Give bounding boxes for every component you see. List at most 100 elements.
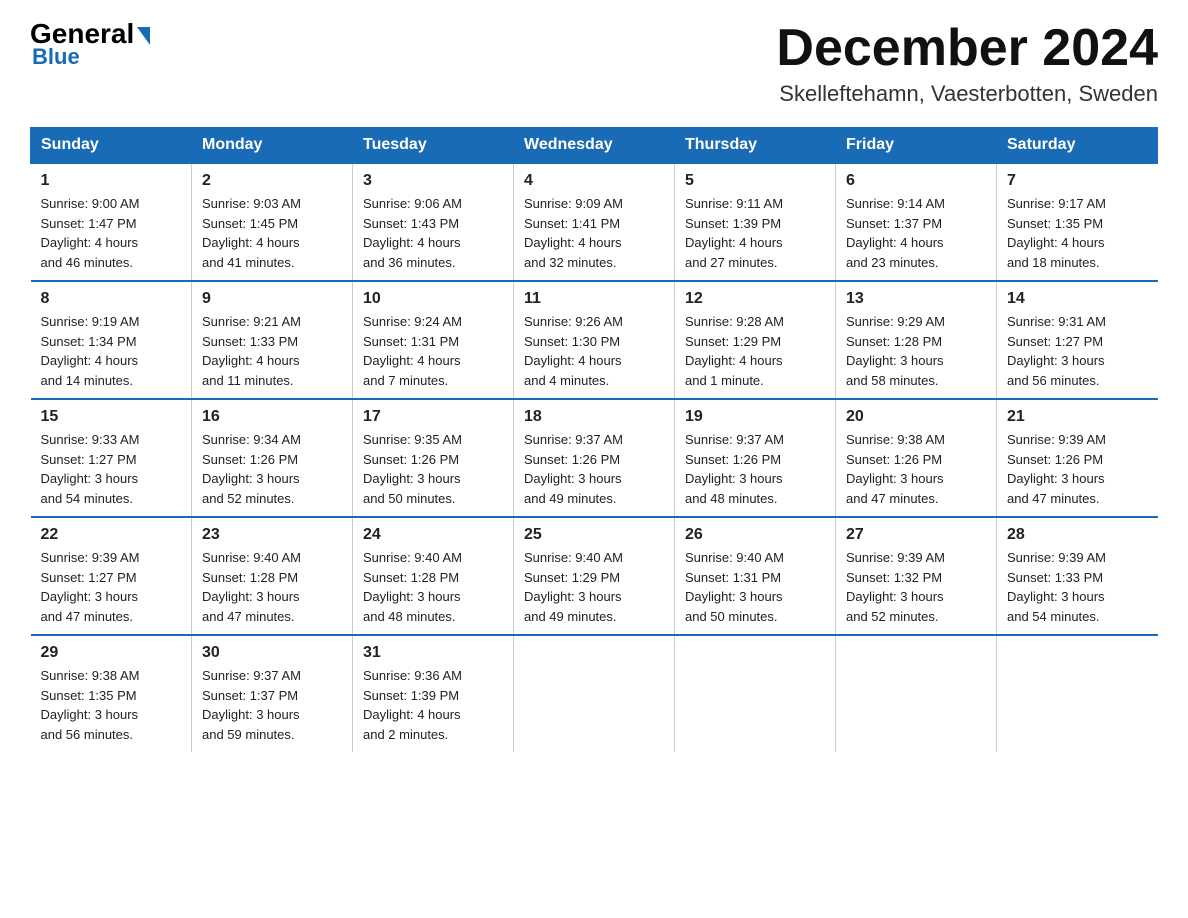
table-row: [997, 635, 1158, 752]
day-number: 31: [363, 644, 503, 662]
day-number: 8: [41, 290, 182, 308]
day-number: 7: [1007, 172, 1148, 190]
table-row: 25 Sunrise: 9:40 AM Sunset: 1:29 PM Dayli…: [514, 517, 675, 635]
day-info: Sunrise: 9:34 AM Sunset: 1:26 PM Dayligh…: [202, 430, 342, 508]
day-info: Sunrise: 9:39 AM Sunset: 1:27 PM Dayligh…: [41, 548, 182, 626]
day-number: 21: [1007, 408, 1148, 426]
day-info: Sunrise: 9:37 AM Sunset: 1:26 PM Dayligh…: [524, 430, 664, 508]
table-row: [514, 635, 675, 752]
table-row: 15Sunrise: 9:33 AM Sunset: 1:27 PM Dayli…: [31, 399, 192, 517]
day-info: Sunrise: 9:19 AM Sunset: 1:34 PM Dayligh…: [41, 312, 182, 390]
table-row: 21 Sunrise: 9:39 AM Sunset: 1:26 PM Dayli…: [997, 399, 1158, 517]
table-row: 4 Sunrise: 9:09 AM Sunset: 1:41 PM Daylig…: [514, 163, 675, 281]
col-thursday: Thursday: [675, 128, 836, 164]
title-block: December 2024 Skelleftehamn, Vaesterbott…: [776, 20, 1158, 107]
table-row: 18 Sunrise: 9:37 AM Sunset: 1:26 PM Dayli…: [514, 399, 675, 517]
day-info: Sunrise: 9:39 AM Sunset: 1:26 PM Dayligh…: [1007, 430, 1148, 508]
table-row: 31 Sunrise: 9:36 AM Sunset: 1:39 PM Dayli…: [353, 635, 514, 752]
day-number: 4: [524, 172, 664, 190]
day-number: 5: [685, 172, 825, 190]
day-number: 14: [1007, 290, 1148, 308]
day-info: Sunrise: 9:24 AM Sunset: 1:31 PM Dayligh…: [363, 312, 503, 390]
calendar-week-row: 22 Sunrise: 9:39 AM Sunset: 1:27 PM Dayli…: [31, 517, 1158, 635]
location-subtitle: Skelleftehamn, Vaesterbotten, Sweden: [776, 81, 1158, 107]
day-info: Sunrise: 9:00 AM Sunset: 1:47 PM Dayligh…: [41, 194, 182, 272]
table-row: 27 Sunrise: 9:39 AM Sunset: 1:32 PM Dayli…: [836, 517, 997, 635]
day-info: Sunrise: 9:37 AM Sunset: 1:37 PM Dayligh…: [202, 666, 342, 744]
col-sunday: Sunday: [31, 128, 192, 164]
day-info: Sunrise: 9:40 AM Sunset: 1:31 PM Dayligh…: [685, 548, 825, 626]
day-number: 28: [1007, 526, 1148, 544]
table-row: 13 Sunrise: 9:29 AM Sunset: 1:28 PM Dayli…: [836, 281, 997, 399]
day-number: 6: [846, 172, 986, 190]
table-row: 23Sunrise: 9:40 AM Sunset: 1:28 PM Dayli…: [192, 517, 353, 635]
col-saturday: Saturday: [997, 128, 1158, 164]
day-number: 25: [524, 526, 664, 544]
calendar-week-row: 1 Sunrise: 9:00 AM Sunset: 1:47 PM Daylig…: [31, 163, 1158, 281]
day-number: 3: [363, 172, 503, 190]
day-number: 29: [41, 644, 182, 662]
day-number: 20: [846, 408, 986, 426]
day-number: 22: [41, 526, 182, 544]
calendar-header-row: Sunday Monday Tuesday Wednesday Thursday…: [31, 128, 1158, 164]
day-number: 30: [202, 644, 342, 662]
day-info: Sunrise: 9:40 AM Sunset: 1:29 PM Dayligh…: [524, 548, 664, 626]
table-row: 1 Sunrise: 9:00 AM Sunset: 1:47 PM Daylig…: [31, 163, 192, 281]
day-info: Sunrise: 9:31 AM Sunset: 1:27 PM Dayligh…: [1007, 312, 1148, 390]
day-info: Sunrise: 9:40 AM Sunset: 1:28 PM Dayligh…: [363, 548, 503, 626]
table-row: 11 Sunrise: 9:26 AM Sunset: 1:30 PM Dayli…: [514, 281, 675, 399]
day-number: 9: [202, 290, 342, 308]
day-info: Sunrise: 9:39 AM Sunset: 1:32 PM Dayligh…: [846, 548, 986, 626]
calendar-week-row: 8 Sunrise: 9:19 AM Sunset: 1:34 PM Daylig…: [31, 281, 1158, 399]
table-row: 7 Sunrise: 9:17 AM Sunset: 1:35 PM Daylig…: [997, 163, 1158, 281]
table-row: 26 Sunrise: 9:40 AM Sunset: 1:31 PM Dayli…: [675, 517, 836, 635]
day-number: 16: [202, 408, 342, 426]
day-info: Sunrise: 9:38 AM Sunset: 1:35 PM Dayligh…: [41, 666, 182, 744]
day-number: 13: [846, 290, 986, 308]
day-info: Sunrise: 9:28 AM Sunset: 1:29 PM Dayligh…: [685, 312, 825, 390]
day-number: 26: [685, 526, 825, 544]
day-info: Sunrise: 9:37 AM Sunset: 1:26 PM Dayligh…: [685, 430, 825, 508]
day-info: Sunrise: 9:39 AM Sunset: 1:33 PM Dayligh…: [1007, 548, 1148, 626]
day-info: Sunrise: 9:11 AM Sunset: 1:39 PM Dayligh…: [685, 194, 825, 272]
month-title: December 2024: [776, 20, 1158, 77]
day-number: 12: [685, 290, 825, 308]
day-number: 18: [524, 408, 664, 426]
table-row: 12 Sunrise: 9:28 AM Sunset: 1:29 PM Dayli…: [675, 281, 836, 399]
logo-blue: Blue: [30, 44, 80, 70]
page-header: General Blue December 2024 Skelleftehamn…: [30, 20, 1158, 107]
calendar-week-row: 15Sunrise: 9:33 AM Sunset: 1:27 PM Dayli…: [31, 399, 1158, 517]
table-row: 9Sunrise: 9:21 AM Sunset: 1:33 PM Daylig…: [192, 281, 353, 399]
table-row: 6Sunrise: 9:14 AM Sunset: 1:37 PM Daylig…: [836, 163, 997, 281]
day-info: Sunrise: 9:09 AM Sunset: 1:41 PM Dayligh…: [524, 194, 664, 272]
day-number: 27: [846, 526, 986, 544]
day-number: 19: [685, 408, 825, 426]
day-info: Sunrise: 9:35 AM Sunset: 1:26 PM Dayligh…: [363, 430, 503, 508]
day-info: Sunrise: 9:36 AM Sunset: 1:39 PM Dayligh…: [363, 666, 503, 744]
table-row: [675, 635, 836, 752]
day-info: Sunrise: 9:17 AM Sunset: 1:35 PM Dayligh…: [1007, 194, 1148, 272]
table-row: 19 Sunrise: 9:37 AM Sunset: 1:26 PM Dayli…: [675, 399, 836, 517]
day-number: 2: [202, 172, 342, 190]
calendar-table: Sunday Monday Tuesday Wednesday Thursday…: [30, 127, 1158, 752]
table-row: 30 Sunrise: 9:37 AM Sunset: 1:37 PM Dayli…: [192, 635, 353, 752]
col-tuesday: Tuesday: [353, 128, 514, 164]
col-wednesday: Wednesday: [514, 128, 675, 164]
day-number: 1: [41, 172, 182, 190]
day-number: 24: [363, 526, 503, 544]
table-row: 16 Sunrise: 9:34 AM Sunset: 1:26 PM Dayli…: [192, 399, 353, 517]
day-info: Sunrise: 9:26 AM Sunset: 1:30 PM Dayligh…: [524, 312, 664, 390]
calendar-week-row: 29 Sunrise: 9:38 AM Sunset: 1:35 PM Dayli…: [31, 635, 1158, 752]
table-row: 3Sunrise: 9:06 AM Sunset: 1:43 PM Daylig…: [353, 163, 514, 281]
table-row: 2Sunrise: 9:03 AM Sunset: 1:45 PM Daylig…: [192, 163, 353, 281]
table-row: 24 Sunrise: 9:40 AM Sunset: 1:28 PM Dayli…: [353, 517, 514, 635]
table-row: 29 Sunrise: 9:38 AM Sunset: 1:35 PM Dayli…: [31, 635, 192, 752]
day-info: Sunrise: 9:29 AM Sunset: 1:28 PM Dayligh…: [846, 312, 986, 390]
day-number: 15: [41, 408, 182, 426]
table-row: [836, 635, 997, 752]
table-row: 28 Sunrise: 9:39 AM Sunset: 1:33 PM Dayli…: [997, 517, 1158, 635]
col-monday: Monday: [192, 128, 353, 164]
day-info: Sunrise: 9:40 AM Sunset: 1:28 PM Dayligh…: [202, 548, 342, 626]
table-row: 14 Sunrise: 9:31 AM Sunset: 1:27 PM Dayli…: [997, 281, 1158, 399]
day-number: 11: [524, 290, 664, 308]
